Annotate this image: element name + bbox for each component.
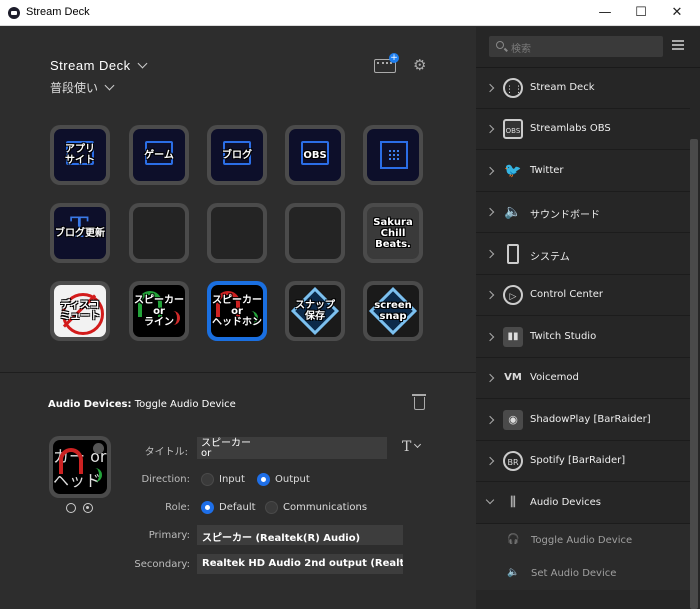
key-empty[interactable]: [129, 203, 189, 263]
role-default-radio[interactable]: [201, 501, 214, 514]
key-blog[interactable]: ブログ: [207, 125, 267, 185]
category-twitch-studio[interactable]: ▮▮ Twitch Studio: [476, 317, 690, 358]
title-label: タイトル:: [144, 447, 188, 458]
category-control-center[interactable]: ▷ Control Center: [476, 275, 690, 316]
app-logo-icon: [8, 7, 20, 19]
key-empty[interactable]: [207, 203, 267, 263]
key-label: Sakura Chill Beats.: [373, 216, 413, 250]
state-dot-2[interactable]: [83, 503, 93, 513]
key-game[interactable]: ゲーム: [129, 125, 189, 185]
chevron-down-icon: [104, 80, 115, 91]
action-set-audio-device[interactable]: 🔈 Set Audio Device: [476, 557, 690, 590]
state-dot-1[interactable]: [66, 503, 76, 513]
main-panel: Stream Deck 普段使い + ⚙ アプリ サイト ゲーム ブログ OBS…: [0, 27, 476, 609]
category-soundboard[interactable]: 🔈 サウンドボード: [476, 192, 690, 233]
stream-deck-icon: ⋮⋮: [503, 78, 523, 98]
title-input[interactable]: スピーカー or: [197, 437, 387, 459]
equalizer-icon: ⫼: [510, 495, 516, 510]
key-sakura-chill-beats[interactable]: Sakura Chill Beats.: [363, 203, 423, 263]
role-communications-radio[interactable]: [265, 501, 278, 514]
profile-name: 普段使い: [50, 81, 99, 95]
key-label: ブログ: [222, 149, 252, 161]
speaker-icon: 🔈: [507, 567, 520, 578]
action-title: Audio Devices: Toggle Audio Device: [48, 399, 236, 410]
key-screen-snap[interactable]: screen snap: [363, 281, 423, 341]
direction-input-label: Input: [219, 474, 245, 485]
minimize-button[interactable]: —: [588, 0, 622, 26]
twitter-icon: 🐦: [504, 163, 522, 179]
voicemod-icon: VM: [504, 372, 522, 383]
device-name: Stream Deck: [50, 58, 131, 73]
trash-icon[interactable]: [412, 394, 426, 410]
key-empty[interactable]: [285, 203, 345, 263]
direction-label: Direction:: [141, 474, 190, 485]
key-app-site[interactable]: アプリ サイト: [50, 125, 110, 185]
gear-icon[interactable]: ⚙: [413, 57, 429, 73]
category-spotify[interactable]: BR Spotify [BarRaider]: [476, 441, 690, 482]
key-multi-action[interactable]: [363, 125, 423, 185]
twitch-icon: ▮▮: [503, 327, 523, 347]
nvidia-icon: ◉: [503, 410, 523, 430]
category-audio-devices[interactable]: ⫼ Audio Devices: [476, 483, 690, 524]
close-button[interactable]: ✕: [660, 0, 694, 26]
divider: [0, 372, 476, 373]
list-view-icon[interactable]: [672, 40, 684, 50]
grid-icon: [380, 141, 408, 169]
key-label: スピーカー or ライン: [134, 294, 184, 328]
control-center-icon: ▷: [503, 285, 523, 305]
key-label: OBS: [303, 149, 327, 161]
device-selector[interactable]: Stream Deck: [50, 58, 148, 73]
window-title: Stream Deck: [26, 6, 90, 18]
key-label: screen snap: [374, 300, 412, 322]
secondary-label: Secondary:: [134, 559, 190, 570]
maximize-button[interactable]: ☐: [624, 0, 658, 26]
key-label: ブログ更新: [55, 227, 105, 239]
chevron-down-icon[interactable]: [93, 443, 104, 454]
search-placeholder: 検索: [511, 44, 531, 55]
action-toggle-audio-device[interactable]: 🎧 Toggle Audio Device: [476, 524, 690, 557]
search-icon: [496, 41, 504, 49]
speaker-icon: 🔈: [504, 204, 522, 220]
key-speaker-or-line[interactable]: スピーカー or ライン: [129, 281, 189, 341]
role-communications-label: Communications: [283, 502, 368, 513]
chevron-down-icon: [137, 58, 148, 69]
key-snap-save[interactable]: スナップ 保存: [285, 281, 345, 341]
direction-output-radio[interactable]: [257, 473, 270, 486]
category-twitter[interactable]: 🐦 Twitter: [476, 151, 690, 192]
primary-label: Primary:: [148, 530, 190, 541]
key-label: スピーカー or ヘッドホン: [212, 294, 262, 328]
key-label: アプリ サイト: [65, 144, 95, 166]
category-voicemod[interactable]: VM Voicemod: [476, 358, 690, 399]
category-system[interactable]: システム: [476, 234, 690, 275]
category-streamlabs-obs[interactable]: OBS Streamlabs OBS: [476, 109, 690, 150]
direction-output-label: Output: [275, 474, 310, 485]
headset-icon: [59, 448, 83, 474]
key-speaker-or-headphone[interactable]: スピーカー or ヘッドホン: [207, 281, 267, 341]
category-shadowplay[interactable]: ◉ ShadowPlay [BarRaider]: [476, 400, 690, 441]
sidebar-scrollbar[interactable]: [690, 139, 698, 609]
role-label: Role:: [165, 502, 190, 513]
system-icon: [507, 244, 519, 264]
key-preview[interactable]: スピーカー or ヘッドホン: [49, 436, 111, 498]
headset-icon: 🎧: [507, 534, 520, 545]
font-settings-button[interactable]: T: [402, 439, 422, 455]
spotify-icon: BR: [503, 451, 523, 471]
title-bar: Stream Deck — ☐ ✕: [0, 0, 700, 26]
search-input[interactable]: 検索: [489, 36, 663, 57]
keyboard-add-icon[interactable]: +: [374, 53, 399, 73]
key-obs[interactable]: OBS: [285, 125, 345, 185]
key-discord-mute[interactable]: ディスコ ミュート: [50, 281, 110, 341]
key-label: ディスコ ミュート: [60, 300, 100, 322]
profile-selector[interactable]: 普段使い: [50, 79, 115, 96]
key-blog-update[interactable]: T ブログ更新: [50, 203, 110, 263]
key-label: ゲーム: [144, 149, 174, 161]
role-default-label: Default: [219, 502, 256, 513]
obs-icon: OBS: [503, 119, 523, 139]
direction-input-radio[interactable]: [201, 473, 214, 486]
secondary-device-select[interactable]: Realtek HD Audio 2nd output (Realtek(R) …: [197, 554, 403, 574]
category-stream-deck[interactable]: ⋮⋮ Stream Deck: [476, 68, 690, 109]
key-label: スナップ 保存: [295, 300, 335, 322]
actions-sidebar: 検索 ⋮⋮ Stream Deck OBS Streamlabs OBS 🐦 Twit…: [476, 27, 700, 609]
primary-device-select[interactable]: スピーカー (Realtek(R) Audio): [197, 525, 403, 545]
